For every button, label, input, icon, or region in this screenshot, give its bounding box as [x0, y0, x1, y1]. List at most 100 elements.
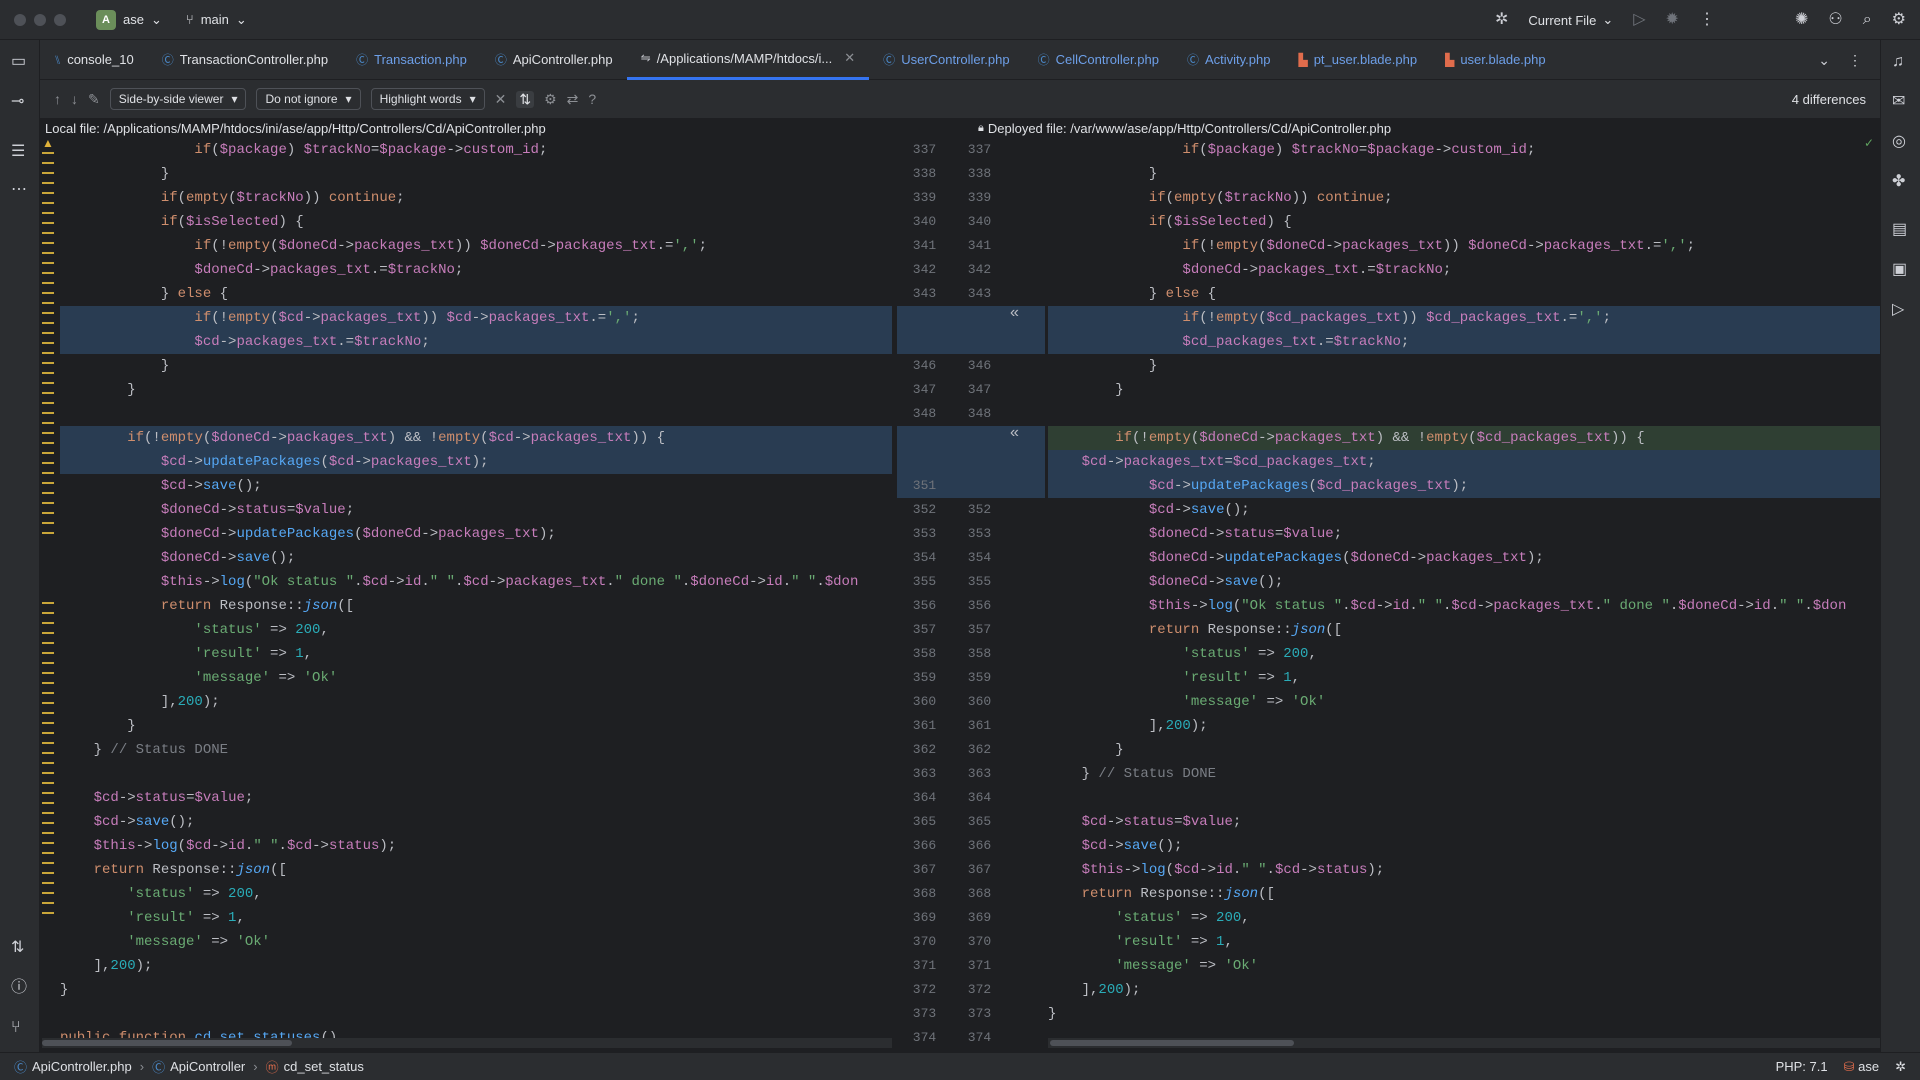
change-marker	[42, 472, 54, 474]
php-class-icon: Ⓒ	[14, 1060, 28, 1075]
right-tool-bar: ♫ ✉ ◎ ✤ ▤ ▣ ▷	[1880, 40, 1920, 1052]
project-folder-icon[interactable]: ▭	[11, 54, 26, 70]
pull-requests-icon[interactable]: ⇅	[11, 940, 24, 956]
swap-sides-icon[interactable]: ⇄	[567, 91, 579, 108]
deployed-code-pane[interactable]: if($package) $trackNo=$package->custom_i…	[1048, 138, 1880, 1038]
line-number-right: 353	[967, 526, 992, 541]
change-marker	[42, 682, 54, 684]
commit-icon[interactable]: ⊸	[11, 94, 24, 110]
ssh-icon: ⛁	[1843, 1058, 1855, 1074]
tab-user-blade[interactable]: ▙ user.blade.php	[1431, 40, 1560, 80]
chevron-down-icon: ⌄	[150, 11, 162, 27]
line-number-left: 372	[912, 982, 937, 997]
change-marker	[42, 602, 54, 604]
close-icon[interactable]: ✕	[844, 50, 855, 66]
viewer-mode-select[interactable]: Side-by-side viewer ▾	[109, 88, 247, 110]
line-number-row: 348 348	[897, 402, 1045, 426]
local-code-pane[interactable]: if($package) $trackNo=$package->custom_i…	[60, 138, 892, 1038]
tab-label: TransactionController.php	[179, 52, 329, 67]
deployed-file-path: Deployed file: /var/www/ase/app/Http/Con…	[987, 120, 1392, 136]
editor-tabs: ⑊ console_10 Ⓒ TransactionController.php Ⓒ…	[40, 40, 1880, 80]
tab-label: user.blade.php	[1460, 52, 1546, 67]
plugins-icon[interactable]: ✤	[1892, 174, 1905, 190]
apply-change-arrow-icon[interactable]: «	[1010, 424, 1019, 442]
git-icon[interactable]: ⑂	[11, 1020, 21, 1036]
more-tools-icon[interactable]: ⋯	[11, 182, 27, 198]
blade-file-icon: ▙	[1298, 52, 1308, 67]
change-marker	[42, 212, 54, 214]
deployment-server[interactable]: ⛁ ase	[1844, 1059, 1880, 1075]
line-number-left: 357	[912, 622, 937, 637]
run-tool-icon[interactable]: ▷	[1892, 302, 1904, 318]
deployed-horizontal-scrollbar[interactable]	[1048, 1038, 1880, 1048]
change-marker	[42, 242, 54, 244]
ai-assistant-icon[interactable]: ✺	[1795, 12, 1808, 28]
breadcrumb-file[interactable]: Ⓒ ApiController.php	[14, 1057, 132, 1076]
notification-icon[interactable]: ✲	[1895, 1059, 1906, 1075]
change-marker	[42, 222, 54, 224]
line-number-row: 359 359	[897, 666, 1045, 690]
tab-cell-controller[interactable]: Ⓒ CellController.php	[1024, 40, 1173, 80]
breadcrumb-method[interactable]: ⓜ cd_set_status	[266, 1057, 364, 1076]
php-version[interactable]: PHP: 7.1	[1776, 1059, 1828, 1074]
local-horizontal-scrollbar[interactable]	[42, 1038, 892, 1048]
database-icon[interactable]: ◎	[1892, 134, 1906, 150]
tab-transaction[interactable]: Ⓒ Transaction.php	[342, 40, 481, 80]
project-selector[interactable]: A ase ⌄	[96, 9, 162, 30]
tabs-more-icon[interactable]: ⋮	[1848, 52, 1862, 68]
tab-console[interactable]: ⑊ console_10	[40, 40, 148, 80]
tab-activity[interactable]: Ⓒ Activity.php	[1173, 40, 1285, 80]
run-icon[interactable]: ▷	[1633, 12, 1645, 28]
highlight-mode-select[interactable]: Highlight words ▾	[370, 88, 485, 110]
change-marker	[42, 662, 54, 664]
line-number-left: 356	[912, 598, 937, 613]
services-icon[interactable]: ▤	[1892, 222, 1907, 238]
line-number-right	[952, 330, 1007, 354]
line-number-left: 358	[912, 646, 937, 661]
debug-icon[interactable]: ✹	[1666, 12, 1679, 28]
window-controls[interactable]	[14, 13, 66, 26]
collapse-unchanged-icon[interactable]: ✕	[495, 91, 507, 108]
prev-diff-arrow-up-icon[interactable]: ↑	[54, 91, 61, 107]
more-icon[interactable]: ⋮	[1699, 12, 1715, 28]
tab-pt-user-blade[interactable]: ▙ pt_user.blade.php	[1284, 40, 1431, 80]
tabs-dropdown-icon[interactable]: ⌄	[1818, 52, 1830, 68]
tab-api-controller[interactable]: Ⓒ ApiController.php	[481, 40, 627, 80]
ai-chat-icon[interactable]: ✉	[1892, 94, 1905, 110]
run-config-selector[interactable]: Current File ⌄	[1528, 12, 1613, 28]
tab-transaction-controller[interactable]: Ⓒ TransactionController.php	[148, 40, 342, 80]
change-marker	[42, 792, 54, 794]
problems-icon[interactable]: ⓘ	[11, 980, 27, 996]
line-number-right: 365	[967, 814, 992, 829]
line-number-left: 362	[912, 742, 937, 757]
search-icon[interactable]: ⌕	[1863, 12, 1872, 28]
line-number-left	[897, 450, 952, 474]
help-icon[interactable]: ?	[588, 91, 596, 107]
apply-change-arrow-icon[interactable]: «	[1010, 304, 1019, 322]
tab-user-controller[interactable]: Ⓒ UserController.php	[869, 40, 1023, 80]
tab-label: CellController.php	[1055, 52, 1159, 67]
structure-icon[interactable]: ☰	[11, 144, 25, 160]
notifications-bell-icon[interactable]: ♫	[1892, 54, 1904, 70]
add-user-icon[interactable]: ⚇	[1828, 12, 1842, 28]
settings-gear-icon[interactable]: ⚙	[544, 91, 557, 108]
sync-scroll-icon[interactable]: ⇅	[516, 90, 535, 108]
line-number-right: 360	[967, 694, 992, 709]
change-marker	[42, 702, 54, 704]
branch-icon: ⑂	[185, 12, 194, 27]
line-number-row: 357 357	[897, 618, 1045, 642]
change-marker	[42, 432, 54, 434]
branch-selector[interactable]: ⑂ main ⌄	[186, 12, 247, 28]
settings-gear-icon[interactable]: ⚙	[1892, 12, 1906, 28]
tab-diff-active[interactable]: ⇋ /Applications/MAMP/htdocs/i... ✕	[626, 40, 870, 80]
line-number-left: 346	[912, 358, 937, 373]
line-number-right: 346	[967, 358, 992, 373]
debug-bug-icon[interactable]: ✲	[1495, 12, 1508, 28]
edit-pencil-icon[interactable]: ✎	[88, 91, 100, 108]
breadcrumb-class[interactable]: Ⓒ ApiController	[152, 1057, 245, 1076]
line-number-row: 374 374	[897, 1026, 1045, 1050]
next-diff-arrow-down-icon[interactable]: ↓	[71, 91, 78, 107]
ignore-whitespace-select[interactable]: Do not ignore ▾	[256, 88, 361, 110]
terminal-icon[interactable]: ▣	[1892, 262, 1907, 278]
line-number-left: 367	[912, 862, 937, 877]
